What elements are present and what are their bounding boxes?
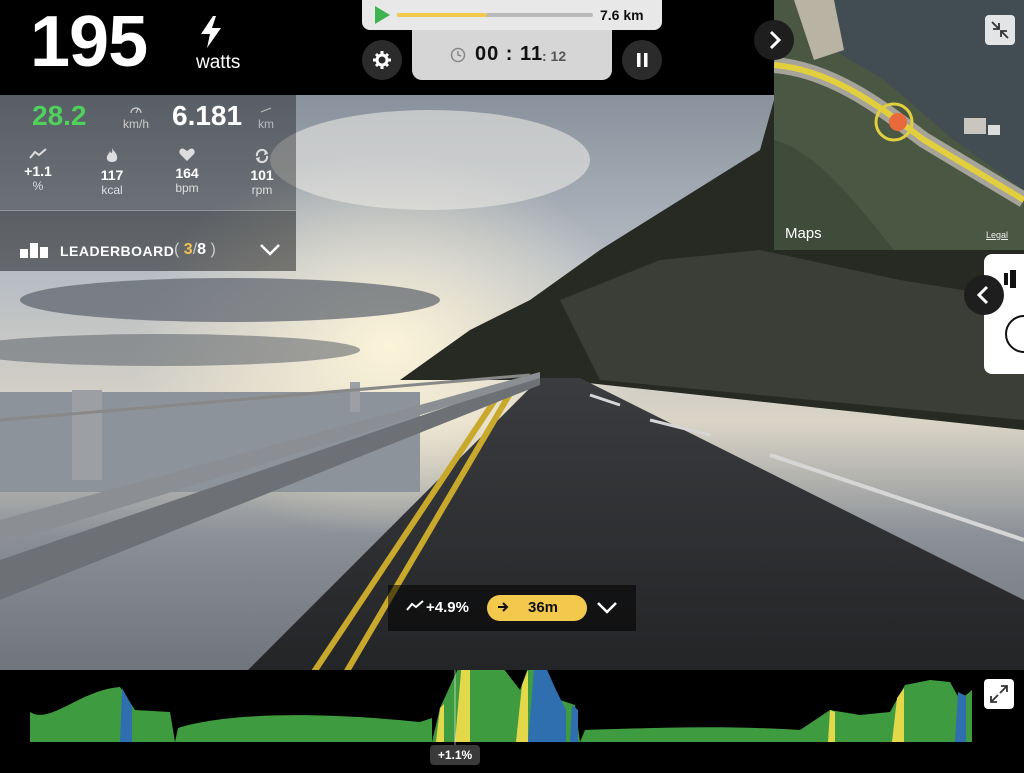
distance-unit-label: km bbox=[258, 117, 274, 131]
speed-value: 28.2 bbox=[32, 100, 87, 131]
power-unit: watts bbox=[196, 52, 241, 73]
arrow-right-icon bbox=[498, 602, 509, 612]
maps-attribution: Maps bbox=[785, 225, 822, 242]
stat-calories: 117 kcal bbox=[82, 148, 142, 197]
gear-icon bbox=[373, 51, 391, 69]
stat-calories-unit: kcal bbox=[101, 183, 123, 197]
stat-gradient: +1.1 % bbox=[8, 148, 68, 193]
distance-unit: km bbox=[258, 103, 274, 131]
current-grade: +4.9% bbox=[426, 599, 469, 616]
route-progress-bar bbox=[397, 13, 593, 17]
map-next-button[interactable] bbox=[754, 20, 794, 60]
side-panel-toggle-button[interactable] bbox=[964, 275, 1004, 315]
lightning-bolt-icon bbox=[201, 16, 221, 48]
elapsed-time: 00 : 11 bbox=[475, 43, 544, 65]
route-progress-fill bbox=[397, 13, 488, 17]
chevron-right-icon bbox=[769, 30, 782, 50]
stat-heart-rate-value: 164 bbox=[175, 165, 199, 181]
route-total-distance: 7.6 km bbox=[600, 7, 644, 23]
map-collapse-button[interactable] bbox=[985, 15, 1015, 45]
leaderboard-rank: ( 3/8 ) bbox=[174, 241, 216, 258]
maps-legal-link[interactable]: Legal bbox=[986, 230, 1008, 240]
maps-brand-label: Maps bbox=[785, 225, 822, 242]
stat-calories-value: 117 bbox=[100, 167, 124, 183]
chevron-down-icon[interactable] bbox=[259, 243, 281, 257]
profile-expand-button[interactable] bbox=[984, 679, 1014, 709]
collapse-icon bbox=[991, 21, 1009, 39]
elevation-profile[interactable] bbox=[0, 645, 1024, 768]
leaderboard-total: 8 bbox=[197, 241, 207, 258]
flame-icon bbox=[106, 148, 118, 162]
heart-icon bbox=[179, 148, 195, 161]
play-icon bbox=[375, 6, 390, 24]
leaderboard-icon bbox=[20, 243, 48, 258]
elapsed-time-seconds: : 12 bbox=[542, 48, 567, 64]
settings-button[interactable] bbox=[362, 40, 402, 80]
distance-value: 6.181 bbox=[172, 100, 243, 131]
pause-icon bbox=[637, 53, 648, 67]
leaderboard-position: 3 bbox=[183, 241, 193, 258]
pause-button[interactable] bbox=[622, 40, 662, 80]
stat-cadence-value: 101 bbox=[250, 167, 274, 183]
route-icon bbox=[260, 107, 272, 113]
expand-icon bbox=[990, 685, 1008, 703]
profile-cursor-grade: +1.1% bbox=[430, 745, 480, 765]
stat-heart-rate-unit: bpm bbox=[175, 181, 199, 195]
stat-cadence: 101 rpm bbox=[232, 148, 292, 197]
stat-heart-rate: 164 bpm bbox=[157, 148, 217, 195]
stat-cadence-unit: rpm bbox=[251, 183, 273, 197]
speedometer-icon bbox=[130, 107, 142, 114]
gradient-icon bbox=[406, 600, 424, 611]
cadence-icon bbox=[255, 148, 269, 164]
stat-gradient-unit: % bbox=[32, 179, 44, 193]
gradient-icon bbox=[29, 148, 47, 159]
next-segment-distance: 36m bbox=[528, 599, 559, 616]
elevation-profile-chart bbox=[30, 645, 972, 745]
power-value: 195 bbox=[30, 2, 148, 82]
speed-unit: km/h bbox=[116, 103, 156, 131]
stat-gradient-value: +1.1 bbox=[24, 163, 52, 179]
leaderboard-label: LEADERBOARD bbox=[60, 243, 175, 259]
chevron-left-icon bbox=[976, 285, 989, 305]
chevron-down-icon[interactable] bbox=[596, 601, 618, 615]
speed-unit-label: km/h bbox=[122, 117, 149, 131]
clock-icon bbox=[450, 47, 466, 63]
